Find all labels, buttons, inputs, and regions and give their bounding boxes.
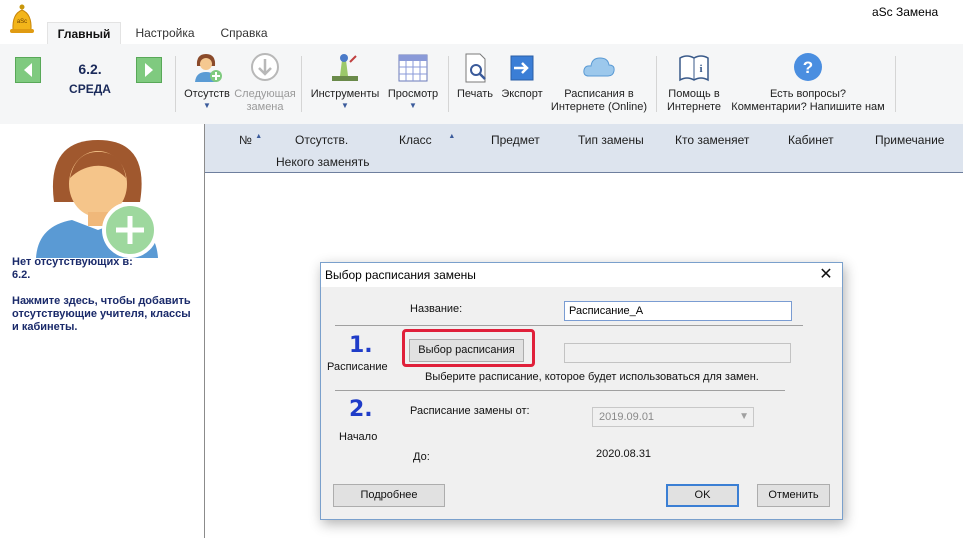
start-date-value: 2019.09.01: [599, 411, 655, 423]
cloud-icon: [582, 52, 616, 84]
choose-schedule-button[interactable]: Выбор расписания: [409, 339, 524, 362]
sort-asc-icon: ▲: [255, 133, 263, 140]
divider: [335, 390, 785, 391]
absent-label: Отсутств: [184, 88, 230, 100]
nothing-to-replace-label: Некого заменять: [276, 155, 370, 169]
dropdown-arrow-icon: ▼: [341, 101, 349, 110]
view-label: Просмотр: [387, 88, 439, 100]
schedule-name-field[interactable]: Расписание_А: [564, 301, 792, 321]
next-label-1: Следующая: [234, 88, 296, 100]
schedule-label: Расписание: [327, 361, 388, 373]
date-number: 6.2.: [78, 61, 102, 77]
prev-day-button[interactable]: [15, 57, 41, 83]
to-label: До:: [413, 451, 430, 463]
next-day-button[interactable]: [136, 57, 162, 83]
column-header-absent[interactable]: Отсутств.: [295, 133, 348, 147]
ribbon-separator: [301, 56, 302, 112]
step-1-marker: 1.: [349, 333, 373, 358]
feedback-label-1: Есть вопросы?: [769, 88, 847, 100]
column-header-subject[interactable]: Предмет: [491, 133, 540, 147]
ribbon-separator: [448, 56, 449, 112]
column-header-substitution-type[interactable]: Тип замены: [578, 133, 644, 147]
help-label-2: Интернете: [667, 101, 721, 113]
choose-schedule-hint: Выберите расписание, которое будет испол…: [425, 371, 759, 383]
step-2-marker: 2.: [349, 397, 373, 422]
export-button[interactable]: Экспорт: [498, 52, 546, 101]
column-header-class[interactable]: Класс ▲: [399, 133, 455, 147]
svg-text:i: i: [699, 63, 702, 75]
view-button[interactable]: Просмотр ▼: [384, 52, 442, 111]
no-absent-label: Нет отсутствующих в:: [12, 256, 133, 268]
cancel-button[interactable]: Отменить: [757, 484, 830, 507]
print-label: Печать: [456, 88, 494, 100]
dialog-title: Выбор расписания замены: [325, 268, 476, 282]
app-title: aSc Замена: [872, 5, 939, 19]
ribbon-separator: [175, 56, 176, 112]
grid-header: № ▲ Отсутств. Класс ▲ Предмет Тип замены…: [205, 124, 963, 173]
tab-help[interactable]: Справка: [209, 22, 279, 44]
no-absent-date: 6.2.: [12, 269, 31, 281]
online-label-1: Расписания в: [564, 88, 634, 100]
column-header-number[interactable]: № ▲: [239, 133, 262, 147]
add-absent-hint: Нажмите здесь, чтобы добавить отсутствую…: [12, 295, 191, 333]
replacement-from-label: Расписание замены от:: [410, 405, 530, 417]
svg-text:?: ?: [803, 58, 813, 77]
end-date-value: 2020.08.31: [596, 448, 652, 460]
print-button[interactable]: Печать: [454, 52, 496, 101]
column-header-room[interactable]: Кабинет: [788, 133, 834, 147]
sort-asc-icon: ▲: [448, 133, 456, 140]
grid-view-icon: [396, 52, 430, 84]
online-label-2: Интернете (Online): [550, 101, 648, 113]
column-header-substitute[interactable]: Кто заменяет: [675, 133, 749, 147]
dropdown-arrow-icon: ▼: [409, 101, 417, 110]
more-button[interactable]: Подробнее: [333, 484, 445, 507]
schedule-file-field[interactable]: [564, 343, 791, 363]
absences-hint-text[interactable]: Нет отсутствующих в: 6.2. Нажмите здесь,…: [12, 256, 197, 347]
dropdown-arrow-icon: ▼: [203, 101, 211, 110]
arrow-right-icon: [145, 63, 153, 77]
export-label: Экспорт: [501, 88, 543, 100]
column-header-note[interactable]: Примечание: [875, 133, 944, 147]
down-arrow-circle-icon: [248, 52, 282, 84]
tab-strip: Главный Настройка Справка: [0, 22, 963, 44]
date-day: СРЕДА: [69, 82, 111, 96]
question-icon: ?: [791, 52, 825, 84]
schedule-selection-dialog: Выбор расписания замены ✕ Название: Расп…: [320, 262, 843, 520]
print-preview-icon: [458, 52, 492, 84]
name-label: Название:: [410, 303, 463, 315]
online-help-button[interactable]: i Помощь в Интернете: [662, 52, 726, 114]
arrow-left-icon: [24, 63, 32, 77]
start-date-select[interactable]: 2019.09.01 ▼: [592, 407, 754, 427]
add-person-icon: [190, 52, 224, 84]
ok-button[interactable]: OK: [666, 484, 739, 507]
tools-icon: [328, 52, 362, 84]
tab-settings[interactable]: Настройка: [127, 22, 203, 44]
chevron-down-icon: ▼: [739, 411, 749, 422]
absent-button[interactable]: Отсутств ▼: [182, 52, 232, 111]
next-substitution-button[interactable]: Следующая замена: [234, 52, 296, 114]
divider: [335, 325, 803, 326]
next-label-2: замена: [246, 101, 284, 113]
export-icon: [505, 52, 539, 84]
start-label: Начало: [339, 431, 378, 443]
online-schedules-button[interactable]: Расписания в Интернете (Online): [546, 52, 652, 114]
feedback-button[interactable]: ? Есть вопросы? Комментарии? Напишите на…: [726, 52, 890, 114]
tab-main[interactable]: Главный: [47, 22, 121, 44]
ribbon-separator: [656, 56, 657, 112]
help-book-icon: i: [677, 52, 711, 84]
help-label-1: Помощь в: [668, 88, 720, 100]
dialog-title-bar: Выбор расписания замены ✕: [321, 263, 842, 287]
absences-panel[interactable]: Нет отсутствующих в: 6.2. Нажмите здесь,…: [0, 124, 204, 538]
feedback-label-2: Комментарии? Напишите нам: [731, 101, 885, 113]
close-icon[interactable]: ✕: [816, 265, 836, 285]
add-absence-avatar-icon[interactable]: [32, 134, 162, 260]
tools-label: Инструменты: [310, 88, 380, 100]
ribbon-separator: [895, 56, 896, 112]
tools-button[interactable]: Инструменты ▼: [308, 52, 382, 111]
ribbon: 6.2. СРЕДА Отсутств ▼ Следующая замена И…: [0, 44, 963, 124]
